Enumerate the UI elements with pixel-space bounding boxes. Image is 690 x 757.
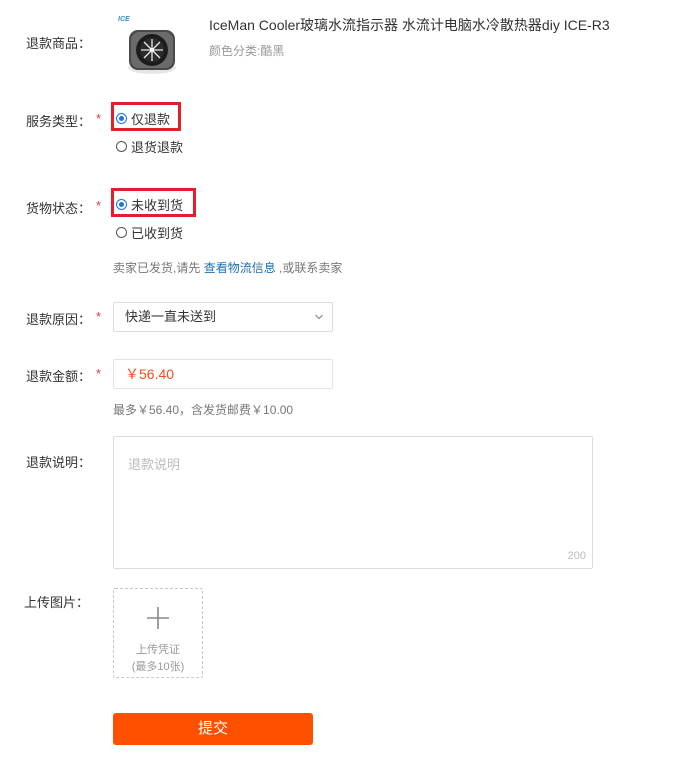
required-mark: * [96, 111, 102, 126]
product-title[interactable]: IceMan Cooler玻璃水流指示器 水流计电脑水冷散热器diy ICE-R… [209, 15, 610, 35]
required-mark: * [96, 309, 102, 324]
radio-return-and-refund[interactable]: 退货退款 [116, 137, 183, 156]
logistics-hint: 卖家已发货,请先 查看物流信息 ,或联系卖家 [113, 259, 342, 276]
required-mark: * [96, 198, 102, 213]
brand-badge: ICE [118, 16, 130, 23]
service-type-label: 服务类型： [26, 114, 92, 129]
upload-limit: (最多10张) [131, 661, 185, 673]
chevron-down-icon [315, 314, 323, 320]
radio-label: 退货退款 [131, 140, 184, 155]
upload-caption: 上传凭证 [136, 644, 180, 656]
upload-button[interactable]: 上传凭证 (最多10张) [113, 588, 203, 678]
product-sku: 颜色分类:酷黑 [209, 44, 285, 58]
submit-button[interactable]: 提交 [113, 713, 313, 745]
refund-amount-label: 退款金额： [26, 369, 92, 384]
plus-icon [147, 607, 169, 629]
view-logistics-link[interactable]: 查看物流信息 [204, 261, 276, 275]
refund-reason-select[interactable]: 快递一直未送到 [113, 302, 333, 332]
product-thumbnail-icon: ICE [118, 16, 176, 74]
selected-reason: 快递一直未送到 [125, 309, 217, 324]
char-counter: 200 [567, 550, 586, 562]
radio-checked-icon[interactable] [116, 199, 127, 210]
radio-label: 已收到货 [131, 226, 184, 241]
refund-note-label: 退款说明： [26, 455, 92, 470]
hint-prefix: 卖家已发货,请先 [113, 261, 201, 275]
hint-suffix: ,或联系卖家 [279, 261, 343, 275]
refund-amount-hint: 最多￥56.40，含发货邮费￥10.00 [113, 403, 294, 417]
refund-amount-input[interactable]: ￥56.40 [113, 359, 333, 389]
textarea-placeholder: 退款说明 [128, 457, 181, 472]
radio-refund-only[interactable]: 仅退款 [116, 109, 170, 128]
radio-unchecked-icon[interactable] [116, 141, 127, 152]
radio-unchecked-icon[interactable] [116, 227, 127, 238]
product-image[interactable]: ICE [117, 12, 187, 78]
radio-label: 未收到货 [131, 198, 184, 213]
required-mark: * [96, 366, 102, 381]
radio-not-received[interactable]: 未收到货 [116, 195, 183, 214]
refund-product-label: 退款商品： [26, 36, 92, 51]
refund-reason-label: 退款原因： [26, 312, 92, 327]
upload-image-label: 上传图片： [24, 595, 90, 610]
radio-label: 仅退款 [131, 112, 171, 127]
refund-note-textarea[interactable]: 退款说明 200 [113, 436, 593, 569]
radio-received[interactable]: 已收到货 [116, 223, 183, 242]
radio-checked-icon[interactable] [116, 113, 127, 124]
goods-status-label: 货物状态： [26, 201, 92, 216]
